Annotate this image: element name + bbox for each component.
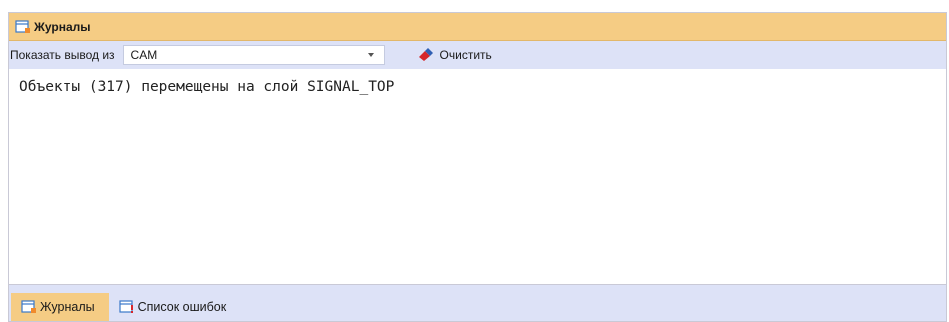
error-list-icon xyxy=(119,300,133,313)
chevron-down-icon xyxy=(367,53,374,57)
eraser-icon xyxy=(418,48,433,61)
output-line: Объекты (317) перемещены на слой SIGNAL_… xyxy=(19,79,395,95)
journal-icon xyxy=(15,19,30,33)
output-source-dropdown[interactable]: CAM xyxy=(122,45,385,65)
clear-button[interactable]: Очистить xyxy=(417,48,492,62)
logs-panel: Журналы Показать вывод из CAM Очистить О… xyxy=(8,12,947,322)
journal-icon xyxy=(21,300,36,313)
output-source-value: CAM xyxy=(130,48,158,62)
output-toolbar: Показать вывод из CAM Очистить xyxy=(9,41,946,69)
tab-error-list[interactable]: Список ошибок xyxy=(109,293,241,321)
tab-error-list-label: Список ошибок xyxy=(137,300,227,314)
tab-journals[interactable]: Журналы xyxy=(11,293,109,321)
bottom-tab-bar: Журналы Список ошибок xyxy=(9,284,946,321)
show-output-label: Показать вывод из xyxy=(10,48,115,62)
panel-title-bar: Журналы xyxy=(9,13,946,41)
tab-journals-label: Журналы xyxy=(40,300,95,314)
output-text-area[interactable]: Объекты (317) перемещены на слой SIGNAL_… xyxy=(9,69,946,263)
clear-button-label: Очистить xyxy=(439,48,492,62)
panel-title: Журналы xyxy=(34,19,91,34)
